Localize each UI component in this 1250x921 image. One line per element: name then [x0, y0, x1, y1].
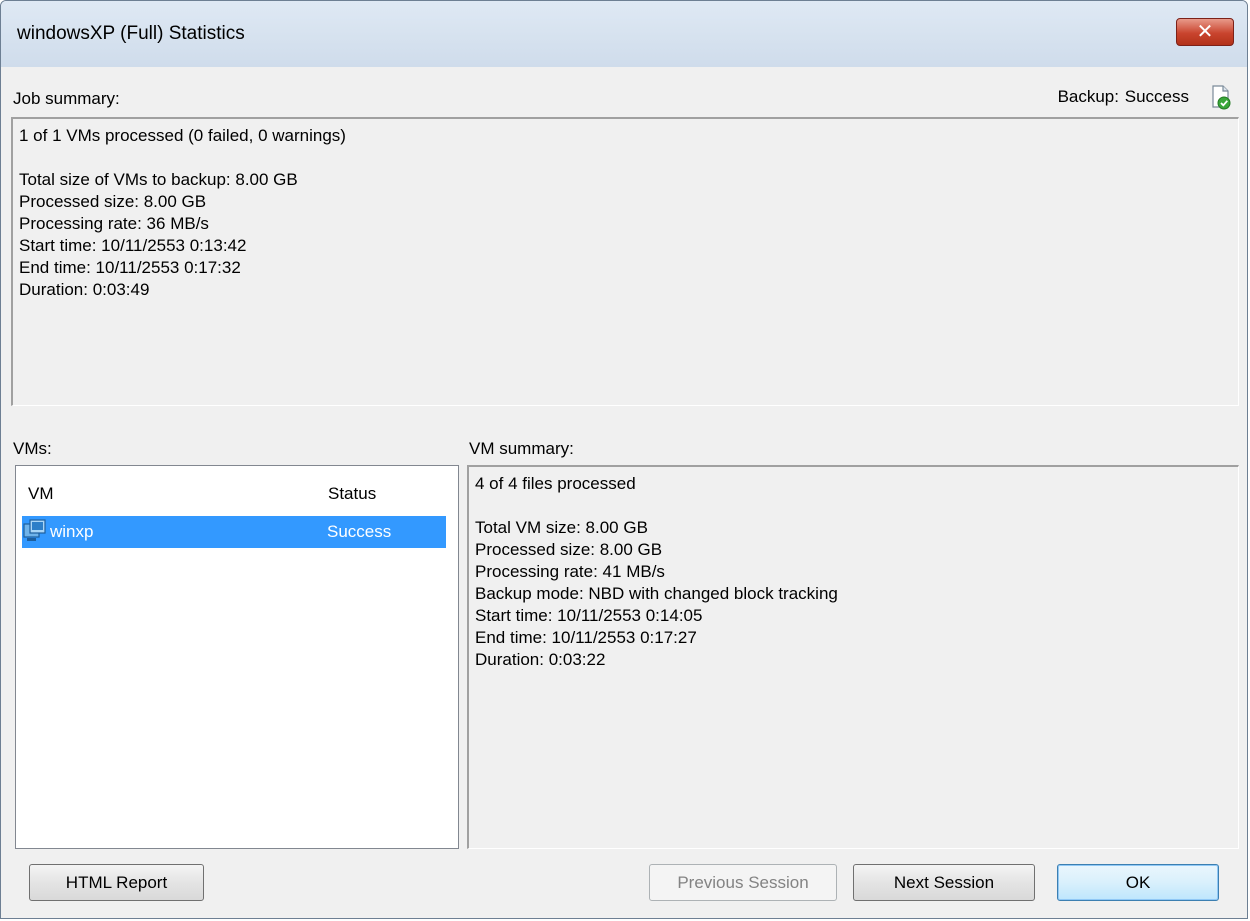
job-summary-line: Duration: 0:03:49 — [19, 280, 150, 299]
document-check-icon — [1212, 85, 1231, 110]
job-summary-line: 1 of 1 VMs processed (0 failed, 0 warnin… — [19, 126, 346, 145]
job-summary-line: Processing rate: 36 MB/s — [19, 214, 209, 233]
job-summary-line: Processed size: 8.00 GB — [19, 192, 207, 211]
vm-icon — [23, 519, 46, 541]
job-summary-label: Job summary: — [13, 89, 120, 108]
vm-summary-line: Processing rate: 41 MB/s — [475, 562, 665, 581]
ok-button[interactable]: OK — [1057, 864, 1219, 901]
vm-summary-line: 4 of 4 files processed — [475, 474, 636, 493]
next-session-button[interactable]: Next Session — [853, 864, 1035, 901]
job-summary-line: Total size of VMs to backup: 8.00 GB — [19, 170, 298, 189]
job-summary-line: Start time: 10/11/2553 0:13:42 — [19, 236, 247, 255]
html-report-button[interactable]: HTML Report — [29, 864, 204, 901]
vms-list-header: VM Status — [16, 466, 458, 516]
vm-status-cell: Success — [327, 522, 392, 541]
vm-summary-panel: 4 of 4 files processed Total VM size: 8.… — [467, 465, 1239, 849]
statistics-dialog: windowsXP (Full) Statistics ✕ Job summar… — [0, 0, 1248, 919]
title-bar[interactable]: windowsXP (Full) Statistics ✕ — [1, 1, 1247, 68]
vm-summary-line: Start time: 10/11/2553 0:14:05 — [475, 606, 703, 625]
backup-status-value: Success — [1124, 87, 1189, 106]
vm-summary-line — [475, 495, 1232, 517]
close-button[interactable]: ✕ — [1176, 18, 1234, 46]
vm-summary-line: Total VM size: 8.00 GB — [475, 518, 648, 537]
job-summary-line: End time: 10/11/2553 0:17:32 — [19, 258, 241, 277]
dialog-client-area: Job summary: Backup: Success 1 of 1 VMs … — [1, 67, 1247, 918]
vms-list[interactable]: VM Status winxp Success — [15, 465, 459, 849]
column-header-status[interactable]: Status — [328, 484, 376, 504]
previous-session-button[interactable]: Previous Session — [649, 864, 837, 901]
vm-summary-line: End time: 10/11/2553 0:17:27 — [475, 628, 697, 647]
table-row[interactable]: winxp Success — [22, 516, 446, 548]
column-header-vm[interactable]: VM — [28, 484, 54, 504]
vm-summary-label: VM summary: — [469, 439, 574, 458]
vm-name-cell: winxp — [50, 522, 94, 541]
vm-summary-line: Duration: 0:03:22 — [475, 650, 606, 669]
job-summary-panel: 1 of 1 VMs processed (0 failed, 0 warnin… — [11, 117, 1239, 406]
vm-summary-line: Backup mode: NBD with changed block trac… — [475, 584, 838, 603]
window-title: windowsXP (Full) Statistics — [17, 23, 245, 44]
vms-label: VMs: — [13, 439, 52, 458]
close-icon: ✕ — [1196, 21, 1214, 43]
vm-summary-line: Processed size: 8.00 GB — [475, 540, 663, 559]
job-summary-line — [19, 147, 1232, 169]
backup-status-label: Backup: — [1057, 87, 1119, 106]
